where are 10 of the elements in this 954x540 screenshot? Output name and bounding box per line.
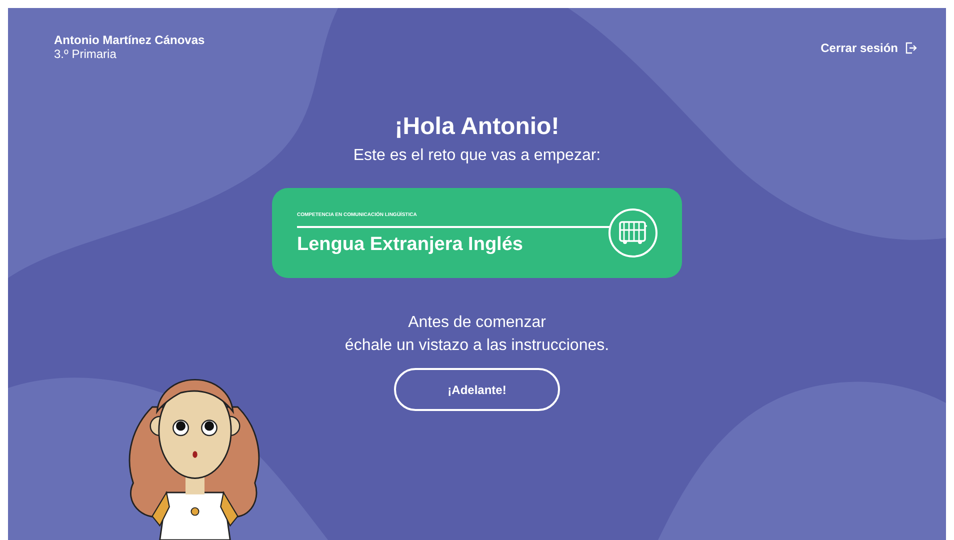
intro-text: Este es el reto que vas a empezar: xyxy=(353,147,601,165)
challenge-title: Lengua Extranjera Inglés xyxy=(297,234,524,256)
user-name: Antonio Martínez Cánovas xyxy=(54,33,205,47)
greeting-heading: ¡Hola Antonio! xyxy=(394,113,560,141)
user-grade: 3.º Primaria xyxy=(54,47,118,61)
start-button[interactable]: ¡Adelante! xyxy=(394,368,560,411)
instructions-text: Antes de comenzar xyxy=(407,313,547,333)
instructions-text: échale un vistazo a las instrucciones. xyxy=(344,336,610,356)
logout-icon xyxy=(905,42,917,54)
logout-link[interactable]: Cerrar sesión xyxy=(820,41,917,55)
